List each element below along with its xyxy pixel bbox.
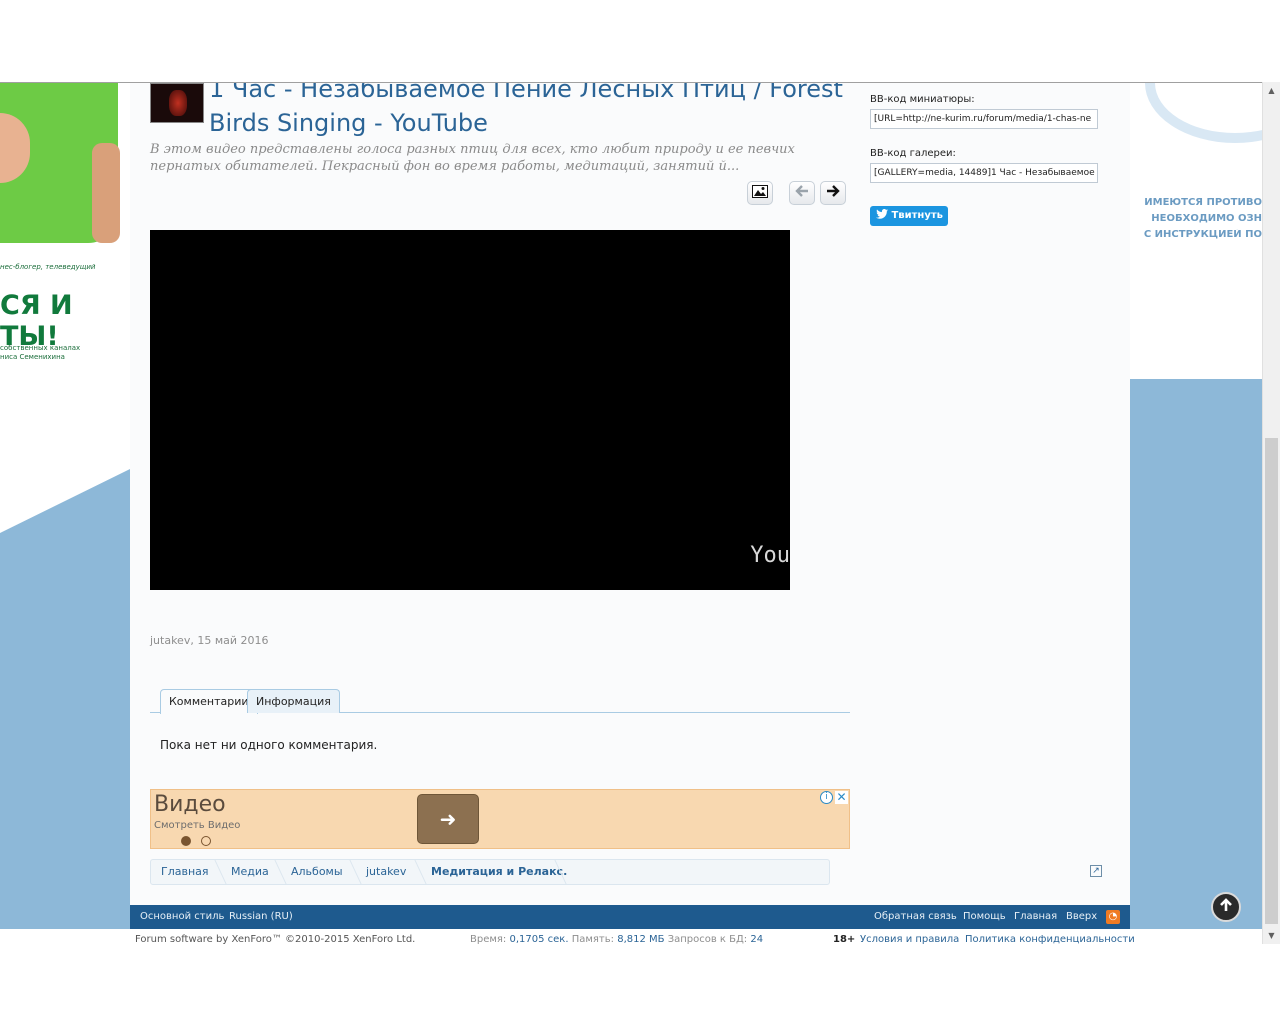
breadcrumb-user[interactable]: jutakev [366,860,406,884]
ad-warning-line: С ИНСТРУКЦИЕЙ ПО [1143,229,1262,240]
rss-icon[interactable]: ◔ [1106,910,1120,924]
thumbnail-view-button[interactable] [747,181,773,205]
breadcrumb-separator [405,860,427,884]
breadcrumb: Главная Медиа Альбомы jutakev Медитация … [150,859,830,885]
image-icon [752,184,768,202]
db-value: 24 [750,934,764,944]
db-label: Запросов к БД: [667,934,748,944]
media-description: В этом видео представлены голоса разных … [150,142,795,174]
media-author-date: jutakev, 15 май 2016 [150,634,269,647]
scroll-down-arrow-icon[interactable]: ▼ [1263,927,1280,944]
debug-stats: Время: 0,1705 сек. Память: 8,812 МБ Запр… [470,934,763,944]
footer-link-help[interactable]: Помощь [963,905,1006,929]
bbcode-gallery-field[interactable]: [GALLERY=media, 14489]1 Час - Незабываем… [870,163,1098,183]
ad-info-icon[interactable]: i [820,791,833,804]
external-link-icon[interactable]: ↗ [1090,865,1102,877]
terms-link[interactable]: Условия и правила [860,934,959,944]
bbcode-thumb-field[interactable]: [URL=http://ne-kurim.ru/forum/media/1-ch… [870,109,1098,129]
age-badge: 18+ [833,934,856,944]
ad-close-icon[interactable]: ✕ [835,791,848,804]
tweet-label: Твитнуть [891,210,943,221]
ad-pager-dot[interactable] [201,836,211,846]
video-advertisement[interactable]: Видео Смотреть Видео ➜ i ✕ [150,789,850,849]
time-label: Время: [470,934,507,944]
memory-label: Память: [571,934,615,944]
media-thumbnail[interactable] [150,83,204,123]
right-advertisement[interactable]: ИМЕЮТСЯ ПРОТИВО НЕОБХОДИМО ОЗН С ИНСТРУК… [1130,83,1262,379]
ad-warning-line: НЕОБХОДИМО ОЗН [1151,213,1262,224]
arrow-right-icon [826,185,840,201]
tweet-button[interactable]: Твитнуть [870,206,948,226]
arrow-up-icon [1219,897,1233,916]
time-value: 0,1705 сек. [509,934,569,944]
bbcode-gallery-label: BB-код галереи: [870,148,956,159]
breadcrumb-separator [205,860,227,884]
ad-headline: СЯ И ТЫ! [0,290,73,352]
ad-caption: нес-блогер, телеведущий [0,263,96,271]
scroll-to-top-button[interactable] [1211,892,1241,922]
breadcrumb-albums[interactable]: Альбомы [291,860,343,884]
tab-information[interactable]: Информация [247,689,340,713]
next-media-button[interactable] [820,181,846,205]
media-title: 1 Час - Незабываемое Пение Лесных Птиц /… [209,82,843,137]
footer-bar: Основной стиль Russian (RU) Обратная свя… [130,905,1130,929]
footer-link-feedback[interactable]: Обратная связь [874,905,957,929]
scrollbar-thumb[interactable] [1265,438,1278,924]
ad-go-button[interactable]: ➜ [417,794,479,844]
scroll-up-arrow-icon[interactable]: ▲ [1263,82,1280,99]
footer-link-home[interactable]: Главная [1014,905,1057,929]
arrow-left-icon [795,185,809,201]
copyright-text[interactable]: Forum software by XenForo™ ©2010-2015 Xe… [135,934,415,944]
content-panel: 1 Час - Незабываемое Пение Лесных Птиц /… [130,83,1130,905]
previous-media-button[interactable] [789,181,815,205]
video-player[interactable]: You [150,230,790,590]
browser-window: нес-блогер, телеведущий СЯ И ТЫ! собстве… [0,0,1280,1024]
vertical-scrollbar[interactable]: ▲ ▼ [1262,82,1280,944]
no-comments-message: Пока нет ни одного комментария. [160,738,378,752]
ad-text-line: ниса Семенихина [0,353,65,361]
privacy-link[interactable]: Политика конфиденциальности [965,934,1135,944]
ad-subtitle: Смотреть Видео [154,820,241,831]
footer-language-chooser[interactable]: Russian (RU) [229,905,293,929]
ad-arc-decoration [1145,83,1262,143]
memory-value: 8,812 МБ [617,934,665,944]
left-advertisement[interactable]: нес-блогер, телеведущий СЯ И ТЫ! собстве… [0,83,130,463]
twitter-bird-icon [876,209,891,221]
breadcrumb-separator [340,860,362,884]
ad-pager-dot-active[interactable] [181,836,191,846]
breadcrumb-media[interactable]: Медиа [231,860,269,884]
arrow-right-icon: ➜ [439,807,457,831]
footer-style-chooser[interactable]: Основной стиль [140,905,224,929]
breadcrumb-home[interactable]: Главная [161,860,209,884]
ad-text-line: собственных каналах [0,344,81,352]
ad-person-arm [92,143,120,243]
footer-link-top[interactable]: Вверх [1066,905,1097,929]
ad-title: Видео [154,792,226,817]
ad-warning-line: ИМЕЮТСЯ ПРОТИВО [1144,197,1262,208]
youtube-logo[interactable]: You [750,543,790,568]
tab-comments[interactable]: Комментарии [160,689,258,714]
page-viewport: нес-блогер, телеведущий СЯ И ТЫ! собстве… [0,82,1262,944]
bbcode-thumb-label: BB-код миниатюры: [870,94,975,105]
